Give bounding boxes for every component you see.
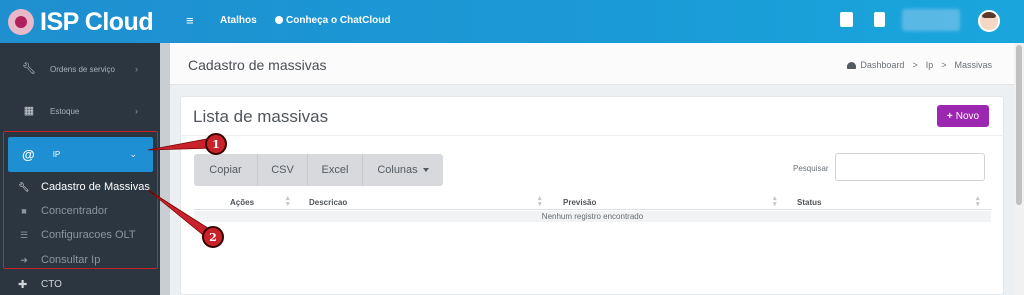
plus-icon: + xyxy=(946,110,953,122)
chevron-right-icon: › xyxy=(135,106,138,116)
nav-atalhos[interactable]: Atalhos xyxy=(220,15,257,26)
breadcrumb-ip[interactable]: Ip xyxy=(926,60,934,70)
csv-button[interactable]: CSV xyxy=(258,154,308,186)
dashboard-icon xyxy=(846,62,856,69)
logo-mark-icon xyxy=(8,9,34,35)
plus-icon: ✚ xyxy=(18,278,28,291)
hamburger-icon[interactable]: ≡ xyxy=(186,13,194,28)
user-info-blurred[interactable] xyxy=(902,9,960,31)
breadcrumb-massivas: Massivas xyxy=(954,60,992,70)
sidebar-item-cto[interactable]: ✚ CTO xyxy=(0,274,158,294)
search-input[interactable] xyxy=(835,153,985,181)
card-title: Lista de massivas xyxy=(193,107,329,126)
empty-table-message: Nenhum registro encontrado xyxy=(194,211,991,222)
page-title: Cadastro de massivas xyxy=(188,57,327,73)
export-toolbar: Copiar CSV Excel Colunas xyxy=(194,154,443,186)
breadcrumb-separator: > xyxy=(912,60,918,70)
massivas-card: Lista de massivas + Novo Copiar CSV Excel… xyxy=(180,96,1004,295)
logo[interactable]: ISP Cloud xyxy=(8,6,158,38)
annotation-badge-2: 2 xyxy=(202,226,224,248)
sidebar-item-label: Ordens de serviço xyxy=(50,64,115,74)
page-header: Cadastro de massivas Dashboard > Ip > Ma… xyxy=(170,43,1014,85)
page-scrollbar[interactable] xyxy=(1014,43,1024,295)
new-button[interactable]: + Novo xyxy=(937,105,989,127)
breadcrumb-separator: > xyxy=(941,60,947,70)
avatar[interactable] xyxy=(978,10,1000,32)
search-label: Pesquisar xyxy=(793,164,829,173)
column-header-descricao[interactable]: Descricao xyxy=(309,198,347,207)
nav-chatcloud[interactable]: Conheça o ChatCloud xyxy=(275,15,390,26)
column-header-previsao[interactable]: Previsão xyxy=(563,198,596,207)
sort-icon[interactable]: ▴ ▾ xyxy=(286,195,290,208)
sort-icon[interactable]: ▴ ▾ xyxy=(538,195,542,208)
sort-icon[interactable]: ▴ ▾ xyxy=(773,195,777,208)
breadcrumb-dashboard[interactable]: Dashboard xyxy=(846,60,904,70)
top-bar: ISP Cloud ≡ Atalhos Conheça o ChatCloud xyxy=(0,0,1024,43)
sidebar-item-estoque[interactable]: ▦ Estoque › xyxy=(0,91,160,131)
page-scrollbar-thumb[interactable] xyxy=(1016,45,1022,205)
wrench-icon: 🔧︎ xyxy=(22,63,36,75)
chat-icon xyxy=(275,16,283,24)
caret-down-icon xyxy=(422,168,429,172)
new-button-label: Novo xyxy=(955,110,980,122)
sidebar-item-ordens[interactable]: 🔧︎ Ordens de serviço › xyxy=(0,49,160,89)
card-divider xyxy=(181,135,1003,136)
sidebar-scrollbar[interactable] xyxy=(160,43,170,295)
sidebar-item-label: CTO xyxy=(41,278,62,290)
column-header-status[interactable]: Status xyxy=(797,198,821,207)
chevron-right-icon: › xyxy=(135,64,138,74)
columns-button[interactable]: Colunas xyxy=(363,154,443,186)
sidebar-item-label: Estoque xyxy=(50,106,80,116)
annotation-highlight-box xyxy=(3,131,158,269)
copy-button[interactable]: Copiar xyxy=(194,154,258,186)
nav-chatcloud-label: Conheça o ChatCloud xyxy=(286,15,391,26)
excel-button[interactable]: Excel xyxy=(308,154,363,186)
note-icon[interactable] xyxy=(840,12,853,27)
column-header-acoes[interactable]: Ações xyxy=(230,198,254,207)
sort-icon[interactable]: ▴ ▾ xyxy=(976,195,980,208)
columns-button-label: Colunas xyxy=(377,164,418,176)
building-icon[interactable] xyxy=(874,12,885,27)
box-icon: ▦ xyxy=(23,105,35,117)
breadcrumb: Dashboard > Ip > Massivas xyxy=(846,60,992,70)
logo-text: ISP Cloud xyxy=(40,7,154,36)
table-header: Ações ▴ ▾ Descricao ▴ ▾ Previsão ▴ ▾ Status… xyxy=(194,194,991,210)
annotation-badge-1: 1 xyxy=(205,133,227,155)
